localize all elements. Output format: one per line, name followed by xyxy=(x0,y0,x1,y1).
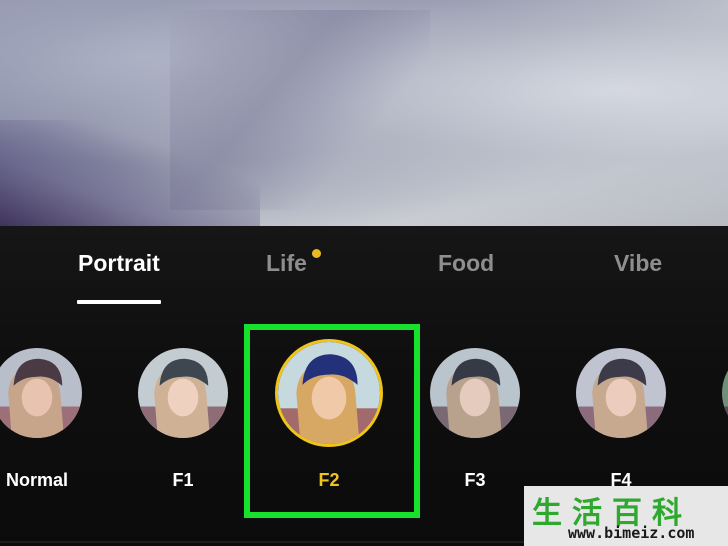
filter-f4-thumbnail xyxy=(576,348,666,438)
filter-normal-label: Normal xyxy=(5,470,68,490)
filter-f1-label: F1 xyxy=(172,470,194,490)
filter-normal[interactable]: Normal xyxy=(0,348,92,491)
filter-f3-thumbnail xyxy=(430,348,520,438)
filter-f5-partial[interactable] xyxy=(712,348,728,470)
site-watermark: 生活百科 www.bimeiz.com xyxy=(524,486,728,546)
filter-f2-thumbnail xyxy=(275,339,383,447)
active-tab-underline xyxy=(77,300,161,304)
tab-vibe[interactable]: Vibe xyxy=(614,250,662,277)
camera-screen: Portrait Life Food Vibe Normal F1 F2 F3 … xyxy=(0,0,728,546)
filter-f2-label: F2 xyxy=(318,470,340,490)
tab-portrait[interactable]: Portrait xyxy=(78,250,160,277)
filter-f5-thumbnail xyxy=(722,348,728,438)
filter-f4[interactable]: F4 xyxy=(566,348,676,491)
filter-f2[interactable]: F2 xyxy=(274,339,384,491)
filter-f1-thumbnail xyxy=(138,348,228,438)
filter-normal-thumbnail xyxy=(0,348,82,438)
camera-preview xyxy=(0,0,728,230)
tab-food[interactable]: Food xyxy=(438,250,494,277)
new-indicator-dot xyxy=(312,249,321,258)
filter-category-tabs: Portrait Life Food Vibe xyxy=(0,226,728,306)
filter-f3[interactable]: F3 xyxy=(420,348,530,491)
watermark-url: www.bimeiz.com xyxy=(568,524,695,542)
filter-f3-label: F3 xyxy=(464,470,486,490)
filter-f1[interactable]: F1 xyxy=(128,348,238,491)
tab-life[interactable]: Life xyxy=(266,250,307,277)
